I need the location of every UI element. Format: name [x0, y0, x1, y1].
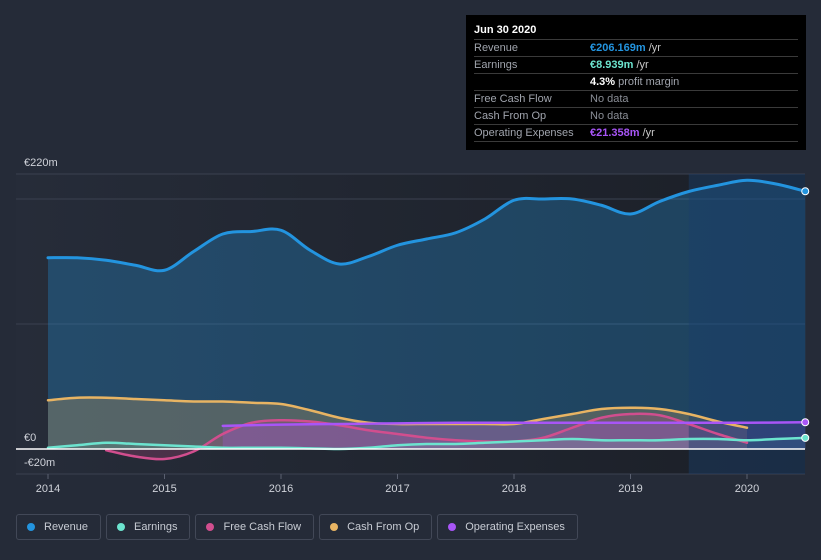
earnings-endpoint[interactable]: [801, 433, 810, 442]
legend-label: Revenue: [44, 521, 89, 533]
legend-label: Earnings: [134, 521, 178, 533]
tooltip-panel: Jun 30 2020 Revenue €206.169m /yr Earnings…: [466, 15, 806, 150]
legend-dot-icon: [117, 523, 126, 531]
operating-expenses-endpoint[interactable]: [801, 418, 810, 427]
legend: Revenue Earnings Free Cash Flow Cash From O…: [16, 514, 578, 540]
legend-dot-icon: [27, 523, 35, 531]
legend-item-earnings[interactable]: Earnings: [106, 514, 191, 540]
x-tick-label: 2018: [502, 483, 526, 495]
tooltip-value: €206.169m /yr: [590, 42, 661, 54]
tooltip-label: Operating Expenses: [474, 127, 574, 139]
tooltip-row: Cash From Op No data: [474, 108, 798, 125]
x-tick-label: 2017: [385, 483, 409, 495]
legend-label: Cash From Op: [347, 521, 420, 533]
tooltip-row: Revenue €206.169m /yr: [474, 40, 798, 57]
legend-dot-icon: [330, 523, 339, 531]
y-tick-label: €0: [24, 432, 36, 444]
legend-item-free-cash-flow[interactable]: Free Cash Flow: [195, 514, 315, 540]
legend-item-operating-expenses[interactable]: Operating Expenses: [437, 514, 578, 540]
legend-dot-icon: [206, 523, 215, 531]
tooltip-label: [474, 74, 590, 90]
tooltip-value: €8.939m /yr: [590, 59, 649, 71]
tooltip-row: Free Cash Flow No data: [474, 91, 798, 108]
tooltip-label: Cash From Op: [474, 110, 547, 122]
tooltip-label: Earnings: [474, 59, 518, 71]
legend-dot-icon: [448, 523, 457, 531]
tooltip-value: No data: [590, 110, 629, 122]
y-tick-label: -€20m: [24, 457, 55, 469]
x-tick-label: 2015: [152, 483, 176, 495]
tooltip-date: Jun 30 2020: [474, 21, 798, 40]
legend-item-cash-from-op[interactable]: Cash From Op: [319, 514, 433, 540]
tooltip-value: No data: [590, 93, 629, 105]
x-tick-label: 2014: [36, 483, 60, 495]
legend-item-revenue[interactable]: Revenue: [16, 514, 102, 540]
tooltip-value: €21.358m /yr: [590, 127, 655, 139]
legend-label: Free Cash Flow: [223, 521, 302, 533]
tooltip-row: Earnings €8.939m /yr: [474, 57, 798, 74]
x-tick-label: 2019: [618, 483, 642, 495]
x-tick-label: 2020: [735, 483, 759, 495]
legend-label: Operating Expenses: [465, 521, 565, 533]
tooltip-label: Free Cash Flow: [474, 93, 552, 105]
y-tick-label: €220m: [24, 157, 58, 169]
tooltip-label: Revenue: [474, 42, 519, 54]
x-tick-label: 2016: [269, 483, 293, 495]
tooltip-row: 4.3% profit margin: [474, 74, 798, 91]
tooltip-row: Operating Expenses €21.358m /yr: [474, 125, 798, 142]
revenue-endpoint[interactable]: [801, 187, 810, 196]
tooltip-value: 4.3% profit margin: [590, 76, 680, 88]
